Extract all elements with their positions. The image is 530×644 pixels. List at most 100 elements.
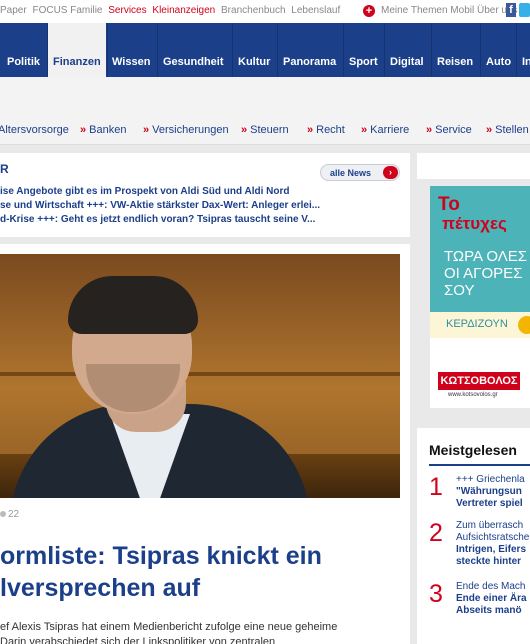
ad-text: Το [438,194,460,215]
ad-brand-logo: ΚΩΤΣΟΒΟΛΟΣ [438,372,520,390]
ad-text-line: ΟΙ ΑΓΟΡΕΣ [444,265,523,282]
advertisement-banner[interactable]: Το πέτυχες ΤΩΡΑ ΟΛΕΣ ΟΙ ΑΓΟΡΕΣ ΣΟΥ ΚΕΡΔΙ… [430,186,530,408]
utility-link-kleinanzeigen[interactable]: Kleinanzeigen [152,5,215,16]
subnav-item-service[interactable]: » Service [426,124,472,136]
subnav-label: Recht [316,124,345,136]
subnav-label: Karriere [370,124,410,136]
nav-item-auto[interactable]: Auto [486,23,511,77]
main-navigation: Politik Finanzen Wissen Gesundheit Kultu… [0,23,530,77]
facebook-icon[interactable]: f [506,3,516,17]
rank-number: 2 [429,519,443,547]
top-utility-bar: Paper FOCUS Familie Services Kleinanzeig… [0,0,530,22]
teaser-line: ef Alexis Tsipras hat einem Medienberich… [0,621,338,633]
chevron-right-icon: » [426,124,433,136]
most-read-box: Meistgelesen 1 +++ Griechenla "Währungsu… [417,428,530,644]
most-read-item[interactable]: 1 +++ Griechenla "Währungsun Vertreter s… [429,474,530,514]
nav-item-gesundheit[interactable]: Gesundheit [163,23,224,77]
nav-item-sport[interactable]: Sport [349,23,378,77]
most-read-item[interactable]: 3 Ende des Mach Ende einer Ära Abseits m… [429,581,530,621]
most-read-divider [429,464,530,466]
chevron-right-icon: » [143,124,150,136]
nav-item-digital[interactable]: Digital [390,23,424,77]
sub-navigation: Altersvorsorge » Banken » Versicherungen »… [0,77,530,145]
arrow-right-icon: › [383,166,398,179]
ticker-headline[interactable]: d-Krise +++: Geht es jetzt endlich voran… [0,214,315,225]
item-kicker: Aufsichtsratsche [456,532,530,543]
nav-divider [343,23,344,77]
nav-item-panorama[interactable]: Panorama [283,23,336,77]
nav-divider [157,23,158,77]
subnav-item-banken[interactable]: » Banken [80,124,126,136]
photo-background-stripe [0,372,400,376]
camera-icon [0,511,6,517]
most-read-title: Meistgelesen [429,442,517,458]
most-read-item[interactable]: 2 Zum überrasch Aufsichtsratsche Intrige… [429,520,530,570]
article-headline[interactable]: ormliste: Tsipras knickt ein lverspreche… [0,540,322,604]
nav-item-kultur[interactable]: Kultur [238,23,270,77]
all-news-button[interactable]: alle News › [320,164,400,181]
subnav-item-karriere[interactable]: » Karriere [361,124,409,136]
subnav-item-altersvorsorge[interactable]: Altersvorsorge [0,124,69,136]
nav-divider [516,23,517,77]
chevron-right-icon: » [307,124,314,136]
ticker-headline[interactable]: ise Angebote gibt es im Prospekt von Ald… [0,186,289,197]
photo-counter[interactable]: 22 [0,509,19,520]
article-teaser-text: ef Alexis Tsipras hat einem Medienberich… [0,620,337,644]
utility-link-lebenslauf[interactable]: Lebenslauf [291,5,340,16]
right-column-box [417,153,530,179]
utility-link-services[interactable]: Services [108,5,146,16]
subnav-item-versicherungen[interactable]: » Versicherungen [143,124,229,136]
nav-divider [384,23,385,77]
item-kicker: Zum überrasch [456,520,524,531]
subnav-label: Altersvorsorge [0,124,69,136]
nav-divider [232,23,233,77]
ad-text: πέτυχες [442,214,507,233]
subnav-label: Banken [89,124,127,136]
subnav-item-recht[interactable]: » Recht [307,124,345,136]
subnav-item-stellen[interactable]: » Stellen [486,124,529,136]
chevron-right-icon: » [80,124,87,136]
rank-number: 1 [429,473,443,501]
article-photo[interactable] [0,254,400,498]
nav-item-reisen[interactable]: Reisen [437,23,473,77]
utility-link-familie[interactable]: FOCUS Familie [32,5,102,16]
chevron-right-icon: » [486,124,493,136]
item-kicker: Ende des Mach [456,581,526,592]
nav-divider [431,23,432,77]
utility-link-branchenbuch[interactable]: Branchenbuch [221,5,286,16]
utility-link-paper[interactable]: Paper [0,5,27,16]
utility-right-links[interactable]: Meine Themen Mobil Über uns [381,5,518,16]
item-title: "Währungsun [456,486,522,497]
ad-text-line: ΣΟΥ [444,282,475,299]
subnav-label: Versicherungen [152,124,229,136]
nav-item-wissen[interactable]: Wissen [112,23,150,77]
item-kicker: +++ Griechenla [456,474,525,485]
subnav-item-steuern[interactable]: » Steuern [241,124,289,136]
subnav-label: Steuern [250,124,289,136]
rank-number: 3 [429,580,443,608]
nav-divider [480,23,481,77]
item-title: steckte hinter [456,556,522,567]
item-title: Intrigen, Eifers [456,544,527,555]
teaser-line: Darin verabschiedet sich der Linkspoliti… [0,636,276,644]
subnav-label: Stellen [495,124,529,136]
item-title: Vertreter spiel [456,498,523,509]
chevron-right-icon: » [361,124,368,136]
item-title: Abseits manö [456,605,522,616]
ad-site-url: www.kotsovolos.gr [448,392,498,398]
photo-count: 22 [8,509,20,520]
plus-icon[interactable]: + [363,5,375,17]
twitter-icon[interactable] [519,3,530,17]
ad-text-line: ΤΩΡΑ ΟΛΕΣ [444,248,528,265]
nav-item-finanzen[interactable]: Finanzen [48,23,106,77]
nav-divider [277,23,278,77]
subnav-label: Service [435,124,472,136]
photo-person-hair [68,276,198,334]
item-title: Ende einer Ära [456,593,527,604]
nav-item-immobilien[interactable]: In [522,23,530,77]
ticker-label: R [0,162,9,176]
ticker-headline[interactable]: se und Wirtschaft +++: VW-Aktie stärkste… [0,200,320,211]
nav-divider [107,23,108,77]
nav-item-politik[interactable]: Politik [7,23,40,77]
chevron-right-icon: » [241,124,248,136]
